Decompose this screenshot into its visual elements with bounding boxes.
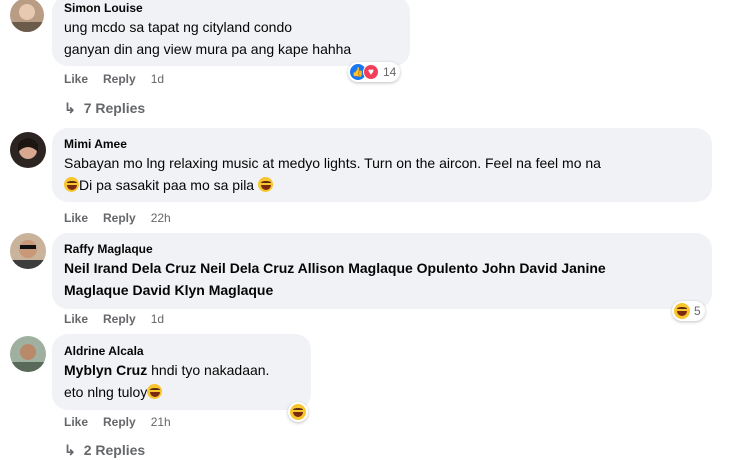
comment-bubble: Aldrine Alcala Myblyn Cruz hndi tyo naka… xyxy=(52,334,311,410)
reaction-summary[interactable]: 👍 ♥ 14 xyxy=(348,62,401,82)
comment-author[interactable]: Simon Louise xyxy=(64,0,398,16)
comment-text-line: ung mcdo sa tapat ng cityland condo xyxy=(64,19,293,35)
comment-actions: Like Reply 1d xyxy=(64,71,179,87)
comment-author[interactable]: Aldrine Alcala xyxy=(64,343,299,359)
avatar[interactable] xyxy=(10,132,46,168)
laughing-emoji-icon xyxy=(147,384,163,399)
avatar[interactable] xyxy=(10,233,46,269)
view-replies-button[interactable]: ↳ 2 Replies xyxy=(64,440,145,460)
comment-bubble: Mimi Amee Sabayan mo lng relaxing music … xyxy=(52,128,712,202)
reply-button[interactable]: Reply xyxy=(103,312,136,326)
comment-tags-line: Neil Irand Dela Cruz Neil Dela Cruz Alli… xyxy=(64,260,606,276)
avatar-image xyxy=(10,344,46,372)
comment-timestamp[interactable]: 21h xyxy=(151,415,171,429)
reaction-summary[interactable] xyxy=(288,402,308,422)
reply-button[interactable]: Reply xyxy=(103,72,136,86)
reply-button[interactable]: Reply xyxy=(103,211,136,225)
comment-tags-line: Maglaque David Klyn Maglaque xyxy=(64,282,274,298)
comment-text-line: Sabayan mo lng relaxing music at medyo l… xyxy=(64,155,601,171)
comment-actions: Like Reply 1d xyxy=(64,311,179,327)
avatar-image xyxy=(18,138,38,159)
laughing-emoji-icon xyxy=(64,177,79,192)
comment-actions: Like Reply 22h xyxy=(64,210,186,226)
mentioned-user-link[interactable]: Myblyn Cruz xyxy=(64,362,147,378)
comment-timestamp[interactable]: 1d xyxy=(151,312,164,326)
reaction-count: 5 xyxy=(694,304,701,318)
comment-text: Di pa sasakit paa mo sa pila xyxy=(79,177,255,193)
like-button[interactable]: Like xyxy=(64,312,88,326)
comment-actions: Like Reply 21h xyxy=(64,414,186,430)
avatar-image xyxy=(10,240,46,269)
love-reaction-icon: ♥ xyxy=(363,64,379,80)
comment-text: hndi tyo nakadaan. xyxy=(147,362,270,378)
avatar-image xyxy=(10,4,44,32)
like-button[interactable]: Like xyxy=(64,211,88,225)
laughing-emoji-icon xyxy=(257,177,273,192)
like-button[interactable]: Like xyxy=(64,415,88,429)
reaction-summary[interactable]: 5 xyxy=(672,301,705,321)
reply-arrow-icon: ↳ xyxy=(64,442,76,458)
reply-arrow-icon: ↳ xyxy=(64,100,76,116)
comment-timestamp[interactable]: 1d xyxy=(151,72,164,86)
replies-count: 7 Replies xyxy=(83,100,146,116)
comment-timestamp[interactable]: 22h xyxy=(151,211,171,225)
avatar[interactable] xyxy=(10,0,44,32)
replies-count: 2 Replies xyxy=(83,442,146,458)
comment-text-line: Myblyn Cruz hndi tyo nakadaan. xyxy=(64,359,299,381)
comment-bubble: Raffy Maglaque Neil Irand Dela Cruz Neil… xyxy=(52,233,712,309)
comment-text-line: Di pa sasakit paa mo sa pila xyxy=(64,174,700,196)
comment-author[interactable]: Raffy Maglaque xyxy=(64,241,700,257)
comment-bubble: Simon Louise ung mcdo sa tapat ng cityla… xyxy=(52,0,410,66)
comment-text-line: eto nlng tuloy xyxy=(64,381,299,403)
haha-reaction-icon xyxy=(290,404,306,420)
comment-text-line: ganyan din ang view mura pa ang kape hah… xyxy=(64,41,352,57)
view-replies-button[interactable]: ↳ 7 Replies xyxy=(64,98,145,118)
like-button[interactable]: Like xyxy=(64,72,88,86)
reply-button[interactable]: Reply xyxy=(103,415,136,429)
comment-text: eto nlng tuloy xyxy=(64,384,148,400)
avatar[interactable] xyxy=(10,336,46,372)
reaction-count: 14 xyxy=(383,65,397,79)
haha-reaction-icon xyxy=(674,303,690,319)
comment-author[interactable]: Mimi Amee xyxy=(64,136,700,152)
